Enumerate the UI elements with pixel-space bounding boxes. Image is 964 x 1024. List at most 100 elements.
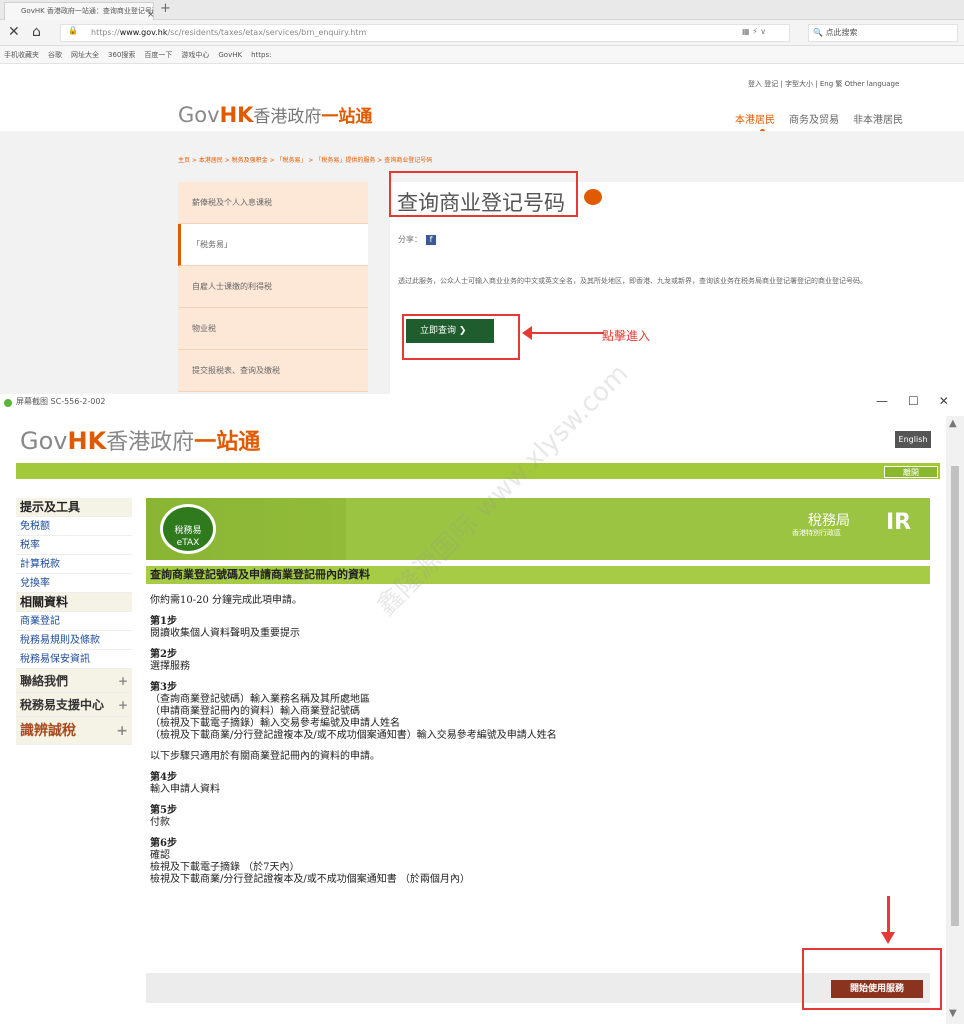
side-menu-item[interactable]: 自雇人士课缴的利得税 bbox=[178, 266, 368, 308]
step-title: 第1步 bbox=[150, 616, 177, 627]
sidebar-link[interactable]: 計算税款 bbox=[16, 555, 132, 574]
close-icon[interactable]: ✕ bbox=[8, 24, 20, 40]
browser-tab[interactable]: GovHK 香港政府一站通：查询商业登记号码 × bbox=[4, 2, 154, 20]
tab-title: GovHK 香港政府一站通：查询商业登记号码 bbox=[21, 7, 154, 15]
lock-icon: 🔒 bbox=[68, 26, 78, 35]
govhk-logo-2[interactable]: GovHK香港政府一站通 bbox=[20, 424, 260, 456]
sidebar-label: 相關資料 bbox=[20, 595, 69, 609]
step-line: 確認 bbox=[150, 850, 170, 861]
sidebar-link[interactable]: 提示及工具 bbox=[16, 498, 132, 517]
step-title: 第2步 bbox=[150, 649, 177, 660]
nav-item[interactable]: 商务及贸易 bbox=[789, 115, 839, 126]
bookmark-item[interactable]: GovHK bbox=[218, 51, 242, 59]
side-menu-item[interactable]: 「税务易」 bbox=[178, 224, 368, 266]
sidebar-label: 提示及工具 bbox=[20, 500, 81, 514]
nav-item[interactable]: 非本港居民 bbox=[853, 115, 903, 126]
sidebar-link[interactable]: 稅務易支援中心 + bbox=[16, 693, 132, 717]
steps-group-2: 第4步 輸入申請人資料 第5步 付款 第6步 確認 檢視及下載電子摘錄 （於7天內） 檢視及下… bbox=[150, 772, 920, 886]
sidebar-link[interactable]: 稅務易保安資訊 bbox=[16, 650, 132, 669]
side-menu-item[interactable]: 物业税 bbox=[178, 308, 368, 350]
green-bar bbox=[16, 463, 940, 479]
tab-close-icon[interactable]: × bbox=[147, 7, 153, 20]
minimize-icon[interactable]: — bbox=[876, 394, 888, 408]
sidebar-label: 稅務易支援中心 bbox=[20, 698, 105, 712]
side-menu-item[interactable]: 提交报税表、查询及缴税 bbox=[178, 350, 368, 392]
step-block: 第2步 選擇服務 bbox=[150, 649, 920, 673]
ird-subtitle: 香港特別行政區 bbox=[792, 529, 841, 537]
bookmark-item[interactable]: https: bbox=[251, 51, 271, 59]
etax-banner: 稅務易 eTAX 稅務局 香港特別行政區 IR bbox=[146, 498, 930, 560]
sidebar-link[interactable]: 聯絡我們 + bbox=[16, 669, 132, 693]
section-heading: 查詢商業登記號碼及申請商業登記冊內的資料 bbox=[146, 566, 930, 584]
sidebar-link[interactable]: 税率 bbox=[16, 536, 132, 555]
url-tools-icon[interactable]: ▦ ⚡ ∨ bbox=[742, 27, 766, 36]
sidebar-label: 商業登記 bbox=[20, 616, 60, 627]
annotation-title-box bbox=[389, 171, 578, 217]
etax-window: 屏幕截图 SC-556-2-002 — ☐ ✕ GovHK香港政府一站通 Engli… bbox=[0, 394, 964, 1024]
bookmark-item[interactable]: 360搜索 bbox=[108, 51, 135, 59]
close-window-icon[interactable]: ✕ bbox=[939, 394, 949, 408]
bookmark-item[interactable]: 谷歌 bbox=[48, 51, 62, 59]
sidebar-label: 計算税款 bbox=[20, 559, 60, 570]
instructions: 你約需10-20 分鐘完成此項申請。 第1步 閱讀收集個人資料聲明及重要提示 第2步… bbox=[150, 595, 920, 895]
bookmark-item[interactable]: 百度一下 bbox=[144, 51, 172, 59]
side-menu: 薪俸税及个人入息课税 「税务易」 自雇人士课缴的利得税 物业税 提交报税表、查询及缴税 bbox=[178, 182, 368, 392]
scroll-thumb[interactable] bbox=[951, 466, 959, 926]
home-icon[interactable]: ⌂ bbox=[32, 24, 41, 40]
etax-seal-icon: 稅務易 eTAX bbox=[160, 504, 216, 554]
url-path: /sc/residents/taxes/etax/services/brn_en… bbox=[167, 28, 367, 37]
scrollbar[interactable]: ▲ ▼ bbox=[946, 416, 964, 1024]
govhk-logo[interactable]: GovHK香港政府一站通 bbox=[178, 102, 372, 127]
annotation-start-box bbox=[802, 948, 942, 1010]
facebook-icon[interactable]: f bbox=[426, 235, 436, 245]
step-block: 第1步 閱讀收集個人資料聲明及重要提示 bbox=[150, 616, 920, 640]
bookmark-item[interactable]: 网址大全 bbox=[71, 51, 99, 59]
plus-icon: + bbox=[116, 723, 128, 739]
logo-gov: Gov bbox=[178, 103, 220, 127]
leave-button[interactable]: 離開 bbox=[884, 466, 938, 478]
step-block: 第5步 付款 bbox=[150, 805, 920, 829]
url-host: www.gov.hk bbox=[119, 28, 168, 37]
steps-group-1: 第1步 閱讀收集個人資料聲明及重要提示 第2步 選擇服務 第3步 （查詢商業登記號碼）輸入… bbox=[150, 616, 920, 742]
bookmark-item[interactable]: 手机收藏夹 bbox=[4, 51, 39, 59]
intro-text: 你約需10-20 分鐘完成此項申請。 bbox=[150, 595, 303, 606]
window-app-icon bbox=[4, 399, 12, 407]
sidebar-link[interactable]: 稅務易規則及條款 bbox=[16, 631, 132, 650]
search-placeholder: 点此搜索 bbox=[825, 28, 858, 37]
ird-name: 稅務局 bbox=[808, 513, 850, 529]
step-line: （檢視及下載商業/分行登記證複本及/或不成功個案通知書）輸入交易參考編號及申請人… bbox=[150, 730, 557, 741]
sidebar-link[interactable]: 免税额 bbox=[16, 517, 132, 536]
maximize-icon[interactable]: ☐ bbox=[908, 394, 919, 408]
logo-hk: HK bbox=[219, 103, 254, 127]
step-line: 檢視及下載電子摘錄 （於7天內） bbox=[150, 862, 300, 873]
sidebar-link[interactable]: 相關資料 bbox=[16, 593, 132, 612]
sidebar-link[interactable]: 兌換率 bbox=[16, 574, 132, 593]
step-line: 付款 bbox=[150, 817, 170, 828]
breadcrumb[interactable]: 主页 > 本港居民 > 税务及强积金 > 「税务易」 > 「税务易」提供的服务 … bbox=[178, 155, 432, 164]
url-input[interactable]: https://www.gov.hk/sc/residents/taxes/et… bbox=[60, 24, 790, 42]
sidebar-link[interactable]: 識辨誠稅 + bbox=[16, 717, 132, 745]
step-line: 檢視及下載商業/分行登記證複本及/或不成功個案通知書 （於兩個月內） bbox=[150, 874, 470, 885]
service-description: 透过此服务，公众人士可输入商业业务的中文或英文全名，及其所处地区，即香港、九龙或… bbox=[398, 277, 867, 285]
new-tab-icon[interactable]: + bbox=[160, 1, 171, 16]
nav-item[interactable]: 本港居民 bbox=[735, 115, 775, 126]
side-menu-item[interactable]: 薪俸税及个人入息课税 bbox=[178, 182, 368, 224]
plus-icon: + bbox=[117, 698, 128, 712]
sidebar-label: 兌換率 bbox=[20, 578, 50, 589]
annotation-button-box bbox=[402, 314, 520, 360]
etax-sidebar: 提示及工具免税额税率計算税款兌換率相關資料商業登記稅務易規則及條款 稅務易保安資訊… bbox=[16, 498, 132, 898]
step-block: 第4步 輸入申請人資料 bbox=[150, 772, 920, 796]
top-tools[interactable]: 登入 登记 | 字型大小 | Eng 繁 Other language bbox=[748, 79, 899, 89]
sidebar-link[interactable]: 商業登記 bbox=[16, 612, 132, 631]
english-button[interactable]: English bbox=[895, 431, 931, 448]
bookmark-item[interactable]: 游戏中心 bbox=[181, 51, 209, 59]
sidebar-label: 免税额 bbox=[20, 521, 50, 532]
browser-search-input[interactable]: 🔍 点此搜索 bbox=[808, 24, 958, 42]
logo-hk-2: HK bbox=[67, 427, 107, 455]
scroll-up-icon[interactable]: ▲ bbox=[949, 418, 957, 429]
step-line: （檢視及下載電子摘錄）輸入交易參考編號及申請人姓名 bbox=[150, 718, 400, 729]
coins-icon bbox=[584, 189, 602, 205]
step-line: 輸入申請人資料 bbox=[150, 784, 220, 795]
scroll-down-icon[interactable]: ▼ bbox=[949, 1008, 957, 1019]
step-line: （查詢商業登記號碼）輸入業務名稱及其所處地區 bbox=[150, 694, 370, 705]
